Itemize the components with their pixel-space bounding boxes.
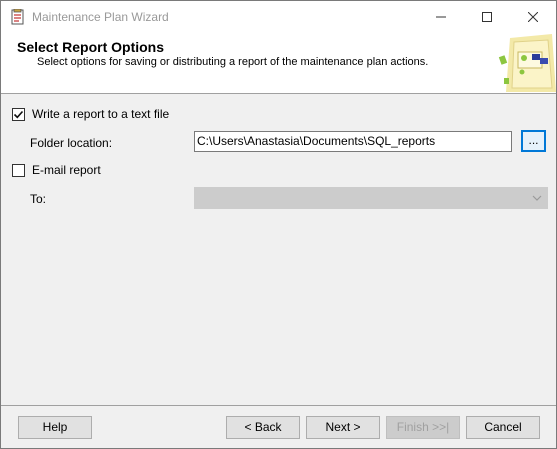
- maximize-button[interactable]: [464, 1, 510, 32]
- checkmark-icon: [13, 110, 24, 118]
- wizard-header: Select Report Options Select options for…: [1, 32, 556, 94]
- page-subtitle: Select options for saving or distributin…: [37, 56, 429, 68]
- minimize-button[interactable]: [418, 1, 464, 32]
- email-report-checkbox[interactable]: [12, 163, 25, 177]
- write-report-label: Write a report to a text file: [32, 107, 170, 121]
- write-report-checkbox[interactable]: [12, 107, 25, 121]
- minimize-icon: [436, 16, 446, 17]
- chevron-down-icon: [532, 195, 542, 201]
- email-report-checkbox-row[interactable]: E-mail report: [12, 162, 101, 178]
- to-label: To:: [30, 192, 47, 206]
- wizard-footer: Help < Back Next > Finish >>| Cancel: [1, 405, 556, 448]
- wizard-header-graphic: [496, 34, 556, 92]
- folder-location-label: Folder location:: [30, 136, 113, 150]
- window-title: Maintenance Plan Wizard: [32, 10, 169, 24]
- help-button[interactable]: Help: [18, 416, 92, 439]
- back-button[interactable]: < Back: [226, 416, 300, 439]
- cancel-button[interactable]: Cancel: [466, 416, 540, 439]
- maximize-icon: [482, 11, 492, 22]
- report-options-panel: Write a report to a text file Folder loc…: [1, 95, 556, 405]
- next-button[interactable]: Next >: [306, 416, 380, 439]
- write-report-checkbox-row[interactable]: Write a report to a text file: [12, 106, 169, 122]
- finish-button[interactable]: Finish >>|: [386, 416, 460, 439]
- close-icon: [528, 11, 538, 22]
- close-button[interactable]: [510, 1, 556, 32]
- email-report-label: E-mail report: [32, 163, 101, 177]
- browse-folder-button[interactable]: ...: [521, 130, 546, 152]
- to-operator-dropdown[interactable]: [194, 187, 548, 209]
- wizard-app-icon: [10, 8, 26, 25]
- title-bar[interactable]: Maintenance Plan Wizard: [1, 1, 556, 32]
- wizard-window: Maintenance Plan Wizard Select Report Op…: [0, 0, 557, 449]
- page-title: Select Report Options: [17, 39, 165, 55]
- folder-location-input[interactable]: C:\Users\Anastasia\Documents\SQL_reports: [194, 131, 512, 152]
